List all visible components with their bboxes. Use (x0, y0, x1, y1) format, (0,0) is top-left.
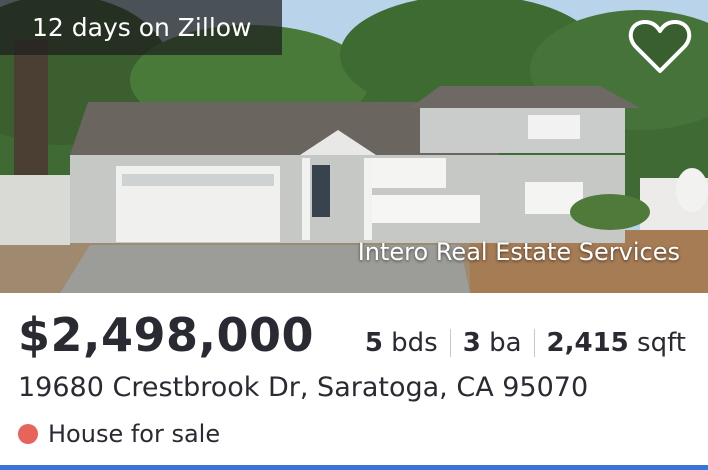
photo-credit: Intero Real Estate Services (357, 238, 680, 266)
heart-outline-icon[interactable] (628, 17, 692, 75)
listing-status: House for sale (18, 420, 220, 448)
listing-price[interactable]: $2,498,000 (18, 308, 314, 362)
baths-count: 3 (462, 328, 481, 358)
card-accent-bar (0, 465, 708, 470)
status-label: House for sale (48, 420, 221, 448)
home-facts: 5 bds 3 ba 2,415 sqft (365, 328, 686, 358)
facts-divider (449, 329, 451, 357)
listing-address[interactable]: 19680 Crestbrook Dr, Saratoga, CA 95070 (18, 372, 588, 403)
beds-unit: bds (391, 328, 438, 358)
sqft-count: 2,415 (546, 328, 629, 358)
listing-card[interactable]: 12 days on Zillow Intero Real Estate Ser… (0, 0, 708, 470)
sqft-unit: sqft (637, 328, 686, 358)
facts-divider (533, 329, 535, 357)
status-dot-icon (18, 424, 38, 444)
baths-unit: ba (489, 328, 522, 358)
days-on-zillow-badge: 12 days on Zillow (0, 0, 282, 55)
beds-count: 5 (364, 328, 383, 358)
listing-photo[interactable]: 12 days on Zillow Intero Real Estate Ser… (0, 0, 708, 293)
price-row: $2,498,000 5 bds 3 ba 2,415 sqft (18, 308, 688, 368)
